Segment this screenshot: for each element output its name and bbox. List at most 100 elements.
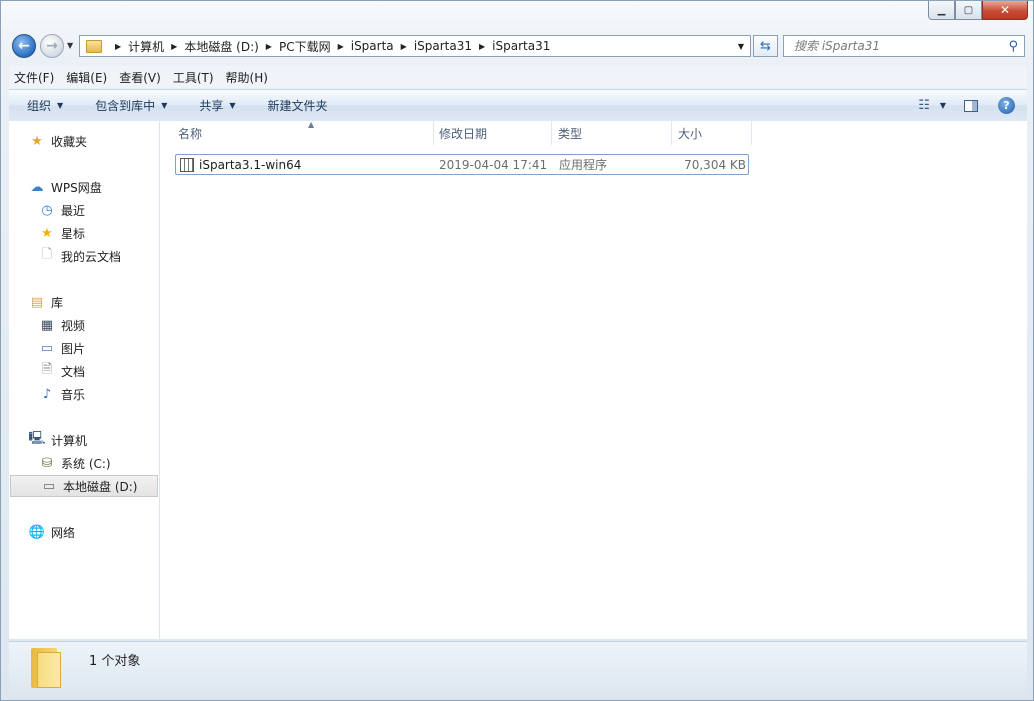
menu-edit[interactable]: 编辑(E) [61, 69, 112, 86]
chevron-down-icon: ▼ [161, 101, 168, 110]
change-view-button[interactable]: ☷ ▼ [918, 98, 946, 113]
clock-icon: ◷ [41, 202, 53, 218]
nav-starred[interactable]: ★ 星标 [9, 222, 159, 244]
nav-network-label: 网络 [51, 525, 76, 540]
back-arrow-icon: ← [18, 38, 30, 54]
breadcrumb-separator-icon[interactable]: ▶ [171, 42, 177, 51]
column-header-size[interactable]: 大小 [670, 121, 752, 145]
breadcrumb-isparta31[interactable]: iSparta31 [414, 39, 472, 53]
search-box[interactable]: ⚲ [783, 35, 1025, 57]
nav-wps-cloud[interactable]: ☁ WPS网盘 [9, 176, 159, 198]
organize-button[interactable]: 组织 ▼ [9, 97, 77, 114]
file-list: 名称 ▲ 修改日期 类型 大小 iSparta3.1-win64 2019-04… [160, 120, 1027, 639]
nav-computer[interactable]: 🖳 计算机 [9, 429, 159, 451]
include-in-library-button[interactable]: 包含到库中 ▼ [77, 97, 181, 114]
search-input[interactable] [792, 38, 1006, 54]
forward-button[interactable]: → [40, 34, 64, 58]
file-name: iSparta3.1-win64 [199, 157, 302, 172]
music-note-icon: ♪ [42, 386, 52, 402]
breadcrumb-separator-icon[interactable]: ▶ [479, 42, 485, 51]
details-status-bar: 1 个对象 [9, 641, 1027, 694]
breadcrumb-pc-download[interactable]: PC下载网 [279, 38, 331, 55]
menu-tools[interactable]: 工具(T) [168, 69, 219, 86]
nav-videos[interactable]: ▦ 视频 [9, 314, 159, 336]
item-count: 1 个对象 [89, 654, 141, 669]
minimize-icon: ▁ [937, 4, 946, 16]
caption-buttons: ▁ ▢ ✕ [928, 1, 1028, 20]
chevron-down-icon: ▼ [57, 101, 64, 110]
recent-pages-dropdown[interactable]: ▼ [67, 41, 73, 50]
file-type-cell: 应用程序 [559, 158, 608, 172]
file-name-cell: iSparta3.1-win64 [176, 155, 434, 174]
breadcrumb-computer[interactable]: 计算机 [128, 38, 164, 55]
menu-file[interactable]: 文件(F) [9, 69, 59, 86]
nav-recent[interactable]: ◷ 最近 [9, 199, 159, 221]
column-header-type-label: 类型 [558, 126, 583, 141]
menu-view[interactable]: 查看(V) [114, 69, 166, 86]
file-row[interactable]: iSparta3.1-win64 2019-04-04 17:41 应用程序 7… [175, 154, 749, 175]
back-button[interactable]: ← [12, 34, 36, 58]
breadcrumb-separator-icon[interactable]: ▶ [338, 42, 344, 51]
breadcrumb-drive-d[interactable]: 本地磁盘 (D:) [184, 38, 258, 55]
maximize-button[interactable]: ▢ [955, 1, 982, 20]
help-icon[interactable]: ? [998, 97, 1015, 114]
picture-icon: ▭ [40, 340, 54, 356]
application-icon [180, 157, 194, 172]
column-header-type[interactable]: 类型 [550, 121, 672, 145]
nav-my-cloud-docs-label: 我的云文档 [61, 249, 122, 264]
star-icon: ★ [31, 133, 43, 149]
folder-icon [29, 648, 61, 688]
nav-favorites-label: 收藏夹 [51, 134, 88, 149]
new-folder-button[interactable]: 新建文件夹 [250, 97, 342, 114]
share-button[interactable]: 共享 ▼ [181, 97, 249, 114]
nav-libraries-label: 库 [51, 295, 64, 310]
nav-starred-label: 星标 [61, 226, 86, 241]
sort-ascending-icon: ▲ [308, 120, 315, 129]
menu-bar: 文件(F) 编辑(E) 查看(V) 工具(T) 帮助(H) [9, 66, 1027, 88]
navigation-pane: ★ 收藏夹 ☁ WPS网盘 ◷ 最近 ★ 星标 🗋 我的云文档 ▤ 库 ▦ 视频… [9, 121, 160, 639]
minimize-button[interactable]: ▁ [928, 1, 955, 20]
nav-documents-label: 文档 [61, 364, 86, 379]
nav-drive-c[interactable]: ⛁ 系统 (C:) [9, 452, 159, 474]
maximize-icon: ▢ [963, 4, 974, 16]
nav-videos-label: 视频 [61, 318, 86, 333]
nav-documents[interactable]: 🗎 文档 [9, 360, 159, 382]
folder-icon [86, 39, 102, 53]
nav-drive-c-label: 系统 (C:) [61, 456, 111, 471]
breadcrumb-isparta[interactable]: iSparta [351, 39, 394, 53]
nav-pictures-label: 图片 [61, 341, 86, 356]
chevron-down-icon: ▼ [229, 101, 236, 110]
share-label: 共享 [199, 99, 224, 113]
nav-libraries[interactable]: ▤ 库 [9, 291, 159, 313]
breadcrumb-isparta31-current[interactable]: iSparta31 [492, 39, 550, 53]
close-icon: ✕ [999, 3, 1011, 17]
address-history-dropdown-icon[interactable]: ▼ [738, 42, 744, 51]
new-folder-label: 新建文件夹 [267, 99, 328, 113]
nav-drive-d[interactable]: ▭ 本地磁盘 (D:) [10, 475, 158, 497]
nav-pictures[interactable]: ▭ 图片 [9, 337, 159, 359]
breadcrumb-separator-icon[interactable]: ▶ [401, 42, 407, 51]
film-icon: ▦ [40, 317, 54, 333]
menu-help[interactable]: 帮助(H) [221, 69, 273, 86]
command-bar: 组织 ▼ 包含到库中 ▼ 共享 ▼ 新建文件夹 ☷ ▼ ? [9, 89, 1027, 122]
nav-drive-d-label: 本地磁盘 (D:) [63, 479, 138, 494]
search-icon[interactable]: ⚲ [1008, 39, 1018, 54]
nav-favorites[interactable]: ★ 收藏夹 [9, 130, 159, 152]
column-header-modified-label: 修改日期 [439, 126, 488, 141]
refresh-icon: ⇆ [760, 38, 771, 54]
network-icon: 🌐 [28, 524, 46, 540]
preview-pane-icon[interactable] [964, 99, 978, 112]
column-header-modified[interactable]: 修改日期 [431, 121, 552, 145]
nav-computer-label: 计算机 [51, 433, 88, 448]
nav-my-cloud-docs[interactable]: 🗋 我的云文档 [9, 245, 159, 267]
refresh-button[interactable]: ⇆ [753, 35, 778, 57]
address-bar[interactable]: ▶ 计算机 ▶ 本地磁盘 (D:) ▶ PC下载网 ▶ iSparta ▶ iS… [79, 35, 751, 57]
nav-music[interactable]: ♪ 音乐 [9, 383, 159, 405]
explorer-window: ▁ ▢ ✕ ← → ▼ ▶ 计算机 ▶ 本地磁盘 (D:) ▶ PC下载网 ▶ … [0, 0, 1034, 701]
column-header-name[interactable]: 名称 ▲ [170, 120, 434, 145]
breadcrumb-separator-icon[interactable]: ▶ [266, 42, 272, 51]
document-icon: 🗋 [41, 247, 53, 262]
breadcrumb-separator-icon[interactable]: ▶ [115, 42, 121, 51]
nav-network[interactable]: 🌐 网络 [9, 521, 159, 543]
close-button[interactable]: ✕ [982, 1, 1028, 20]
